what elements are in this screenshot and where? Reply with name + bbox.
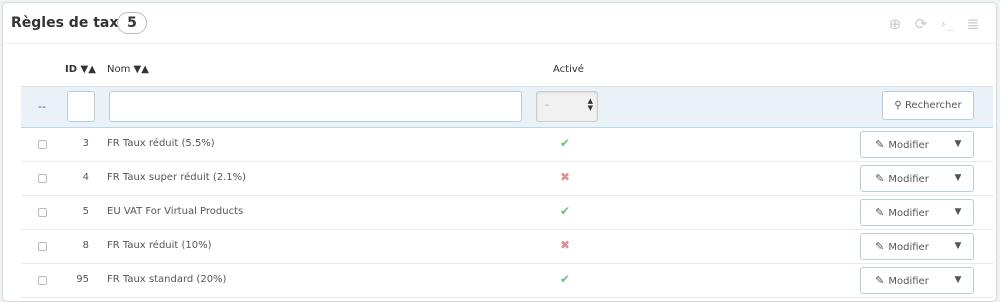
edit-button-group: ✎ Modifier ▼ (860, 267, 974, 294)
edit-button-group: ✎ Modifier ▼ (860, 131, 974, 158)
edit-button[interactable]: ✎ Modifier (861, 268, 943, 293)
row-id: 8 (82, 240, 89, 251)
id-filter-input[interactable] (67, 91, 95, 122)
caret-down-icon[interactable]: ▼ (943, 166, 973, 191)
table-row: 8 FR Taux réduit (10%) ✖ ✎ Modifier ▼ (21, 230, 993, 264)
filter-dash: -- (38, 100, 46, 113)
edit-button[interactable]: ✎ Modifier (861, 200, 943, 225)
edit-button-label: Modifier (888, 242, 929, 253)
check-icon[interactable]: ✔ (560, 136, 570, 150)
table-row: 3 FR Taux réduit (5.5%) ✔ ✎ Modifier ▼ (21, 128, 993, 162)
row-id: 95 (76, 274, 89, 285)
select-arrows-icon: ▲ ▼ (587, 97, 593, 112)
pencil-icon: ✎ (875, 240, 885, 253)
row-name: FR Taux réduit (10%) (107, 240, 212, 251)
toolbar: ⊕ ⟳ ›_ ≣ (886, 15, 982, 33)
edit-button-label: Modifier (888, 174, 929, 185)
column-active: Activé (553, 64, 584, 75)
column-name: Nom ▼▲ (107, 64, 149, 75)
row-checkbox[interactable] (38, 276, 47, 285)
table-row: 5 EU VAT For Virtual Products ✔ ✎ Modifier ▼ (21, 196, 993, 230)
sort-asc-icon[interactable]: ▲ (141, 64, 149, 75)
active-filter-value: - (545, 100, 549, 111)
cross-icon[interactable]: ✖ (560, 238, 570, 252)
row-checkbox[interactable] (38, 140, 47, 149)
caret-down-icon[interactable]: ▼ (943, 132, 973, 157)
table-header: ID ▼▲ Nom ▼▲ Activé (21, 55, 993, 87)
row-name: FR Taux réduit (5.5%) (107, 138, 215, 149)
database-icon[interactable]: ≣ (964, 15, 982, 33)
tax-rules-table: ID ▼▲ Nom ▼▲ Activé -- - ▲ ▼ ⚲ Rechercher… (21, 55, 993, 298)
row-checkbox[interactable] (38, 208, 47, 217)
edit-button[interactable]: ✎ Modifier (861, 234, 943, 259)
caret-down-icon[interactable]: ▼ (943, 200, 973, 225)
pencil-icon: ✎ (875, 274, 885, 287)
pencil-icon: ✎ (875, 206, 885, 219)
search-button-label: Rechercher (904, 100, 962, 111)
add-icon[interactable]: ⊕ (886, 15, 904, 33)
table-row: 95 FR Taux standard (20%) ✔ ✎ Modifier ▼ (21, 264, 993, 298)
edit-button-label: Modifier (888, 140, 929, 151)
caret-down-icon[interactable]: ▼ (943, 234, 973, 259)
sort-asc-icon[interactable]: ▲ (88, 64, 96, 75)
column-id-label: ID (65, 64, 78, 75)
check-icon[interactable]: ✔ (560, 272, 570, 286)
panel-heading: Règles de taxes 5 ⊕ ⟳ ›_ ≣ (3, 3, 996, 44)
edit-button[interactable]: ✎ Modifier (861, 132, 943, 157)
row-checkbox[interactable] (38, 174, 47, 183)
active-filter-select[interactable]: - ▲ ▼ (536, 91, 598, 122)
column-name-label: Nom (107, 64, 131, 75)
row-id: 4 (82, 172, 89, 183)
caret-down-icon[interactable]: ▼ (943, 268, 973, 293)
row-id: 3 (82, 138, 89, 149)
refresh-icon[interactable]: ⟳ (912, 15, 930, 33)
edit-button-group: ✎ Modifier ▼ (860, 199, 974, 226)
search-button[interactable]: ⚲ Rechercher (882, 91, 974, 120)
column-id: ID ▼▲ (65, 64, 96, 75)
cross-icon[interactable]: ✖ (560, 170, 570, 184)
edit-button-label: Modifier (888, 208, 929, 219)
tax-rules-panel: Règles de taxes 5 ⊕ ⟳ ›_ ≣ ID ▼▲ Nom ▼▲ … (2, 2, 997, 302)
edit-button[interactable]: ✎ Modifier (861, 166, 943, 191)
edit-button-group: ✎ Modifier ▼ (860, 165, 974, 192)
row-name: FR Taux super réduit (2.1%) (107, 172, 247, 183)
row-checkbox[interactable] (38, 242, 47, 251)
search-icon: ⚲ (894, 100, 902, 111)
check-icon[interactable]: ✔ (560, 204, 570, 218)
row-name: FR Taux standard (20%) (107, 274, 227, 285)
edit-button-label: Modifier (888, 276, 929, 287)
pencil-icon: ✎ (875, 172, 885, 185)
count-badge: 5 (117, 12, 147, 34)
edit-button-group: ✎ Modifier ▼ (860, 233, 974, 260)
pencil-icon: ✎ (875, 138, 885, 151)
row-name: EU VAT For Virtual Products (107, 206, 244, 217)
name-filter-input[interactable] (109, 91, 522, 122)
sql-icon[interactable]: ›_ (938, 15, 956, 33)
table-row: 4 FR Taux super réduit (2.1%) ✖ ✎ Modifier ▼ (21, 162, 993, 196)
filter-row: -- - ▲ ▼ ⚲ Rechercher (21, 87, 993, 128)
row-id: 5 (82, 206, 89, 217)
table-body: 3 FR Taux réduit (5.5%) ✔ ✎ Modifier ▼ 4 FR Tau… (21, 128, 993, 298)
